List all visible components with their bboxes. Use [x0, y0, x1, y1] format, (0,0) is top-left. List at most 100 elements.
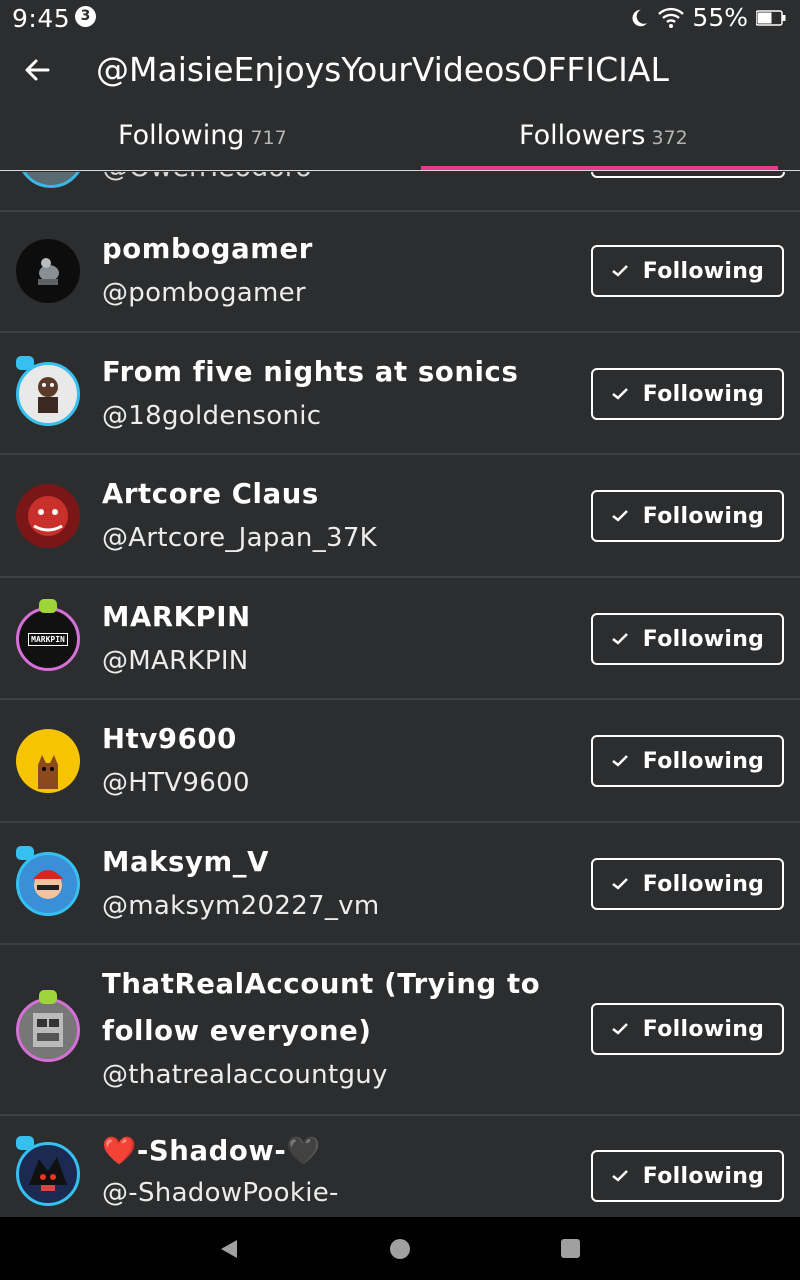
- following-button-label: Following: [642, 748, 765, 774]
- tab-followers[interactable]: Followers 372: [519, 120, 688, 151]
- mario-avatar-icon: [33, 870, 63, 899]
- list-item[interactable]: Artcore Claus @Artcore_Japan_37K Followi…: [0, 455, 800, 578]
- cat-avatar-icon: [38, 755, 58, 789]
- following-button[interactable]: Following: [591, 1003, 784, 1055]
- user-name-text: -Shadow-: [136, 1135, 287, 1167]
- black-heart-emoji: 🖤: [286, 1135, 322, 1167]
- pigeon-avatar-icon: [38, 258, 59, 285]
- avatar[interactable]: [16, 998, 80, 1062]
- list-item[interactable]: From five nights at sonics @18goldensoni…: [0, 333, 800, 455]
- user-name: Htv9600: [102, 723, 237, 755]
- red-heart-emoji: ❤️: [102, 1135, 137, 1167]
- avatar[interactable]: [16, 1142, 80, 1206]
- following-button[interactable]: Following: [591, 368, 784, 420]
- system-navigation-bar: [0, 1217, 800, 1280]
- back-arrow-icon[interactable]: [20, 52, 56, 88]
- user-handle: @pombogamer: [102, 278, 306, 308]
- decoration-badge-icon: [16, 356, 34, 370]
- user-name: pombogamer: [102, 233, 313, 265]
- avatar[interactable]: [16, 239, 80, 303]
- do-not-disturb-moon-icon: [632, 9, 648, 26]
- user-handle: @18goldensonic: [102, 401, 322, 431]
- avatar[interactable]: [16, 484, 80, 548]
- tab-bar: Following 717 Followers 372: [0, 106, 800, 171]
- user-name: From five nights at sonics: [102, 356, 519, 388]
- wifi-icon: [658, 7, 685, 28]
- user-name: ❤️-Shadow-🖤: [102, 1134, 321, 1167]
- user-name: Maksym_V: [102, 846, 269, 878]
- user-handle: @maksym20227_vm: [102, 891, 380, 921]
- tab-following-count: 717: [250, 127, 287, 149]
- check-icon: [612, 1023, 628, 1035]
- nav-home-icon[interactable]: [390, 1239, 410, 1259]
- tab-following-label: Following: [118, 120, 245, 151]
- user-handle: @MARKPIN: [102, 646, 249, 676]
- check-icon: [612, 388, 628, 400]
- list-item[interactable]: pombogamer @pombogamer Following: [0, 210, 800, 333]
- following-button[interactable]: Following: [591, 858, 784, 910]
- active-tab-indicator: [421, 166, 778, 170]
- status-icons: 55%: [628, 3, 786, 32]
- decoration-badge-icon: [16, 846, 34, 860]
- following-button[interactable]: Following: [591, 245, 784, 297]
- user-handle: @HTV9600: [102, 768, 250, 798]
- list-item[interactable]: ❤️-Shadow-🖤 @-ShadowPookie- Following: [0, 1116, 800, 1217]
- following-button-label: Following: [642, 381, 765, 407]
- tab-followers-count: 372: [651, 127, 688, 149]
- decoration-badge-icon: [39, 990, 57, 1004]
- user-name-line-2: follow everyone): [102, 1015, 372, 1047]
- tab-followers-label: Followers: [519, 120, 646, 151]
- character-avatar-icon: [38, 377, 58, 413]
- following-button-label: Following: [642, 626, 765, 652]
- list-item[interactable]: ThatRealAccount (Trying to follow everyo…: [0, 945, 800, 1116]
- following-button[interactable]: Following: [591, 490, 784, 542]
- notification-count-badge: 3: [75, 6, 96, 27]
- followers-list[interactable]: @OwenTeodoro pombogamer @pombogamer Foll…: [0, 172, 800, 1217]
- user-handle: @-ShadowPookie-: [102, 1178, 339, 1208]
- following-button-label: Following: [642, 1163, 765, 1189]
- clock: 9:45: [12, 4, 71, 33]
- decoration-badge-icon: [16, 1136, 34, 1150]
- user-name-line-1: ThatRealAccount (Trying to: [102, 968, 541, 1000]
- avatar-logo-text: MARKPIN: [28, 632, 68, 646]
- user-name: Artcore Claus: [102, 478, 319, 510]
- check-icon: [612, 265, 628, 277]
- following-button[interactable]: [591, 172, 785, 178]
- robot-avatar-icon: [33, 1013, 63, 1047]
- following-button[interactable]: Following: [591, 1150, 784, 1202]
- avatar[interactable]: [17, 172, 85, 188]
- following-button-label: Following: [642, 871, 765, 897]
- avatar[interactable]: [16, 729, 80, 793]
- following-button-label: Following: [642, 503, 765, 529]
- user-name: MARKPIN: [102, 601, 251, 633]
- user-handle: @Artcore_Japan_37K: [102, 523, 378, 553]
- shadow-avatar-icon: [29, 1157, 67, 1191]
- avatar[interactable]: MARKPIN: [16, 607, 80, 671]
- battery-icon: [756, 9, 786, 26]
- avatar[interactable]: [16, 852, 80, 916]
- check-icon: [612, 510, 628, 522]
- nav-back-icon[interactable]: [218, 1238, 240, 1260]
- app-header: @MaisieEnjoysYourVideosOFFICIAL: [0, 38, 800, 106]
- nav-recents-icon[interactable]: [561, 1239, 580, 1258]
- following-button[interactable]: Following: [591, 735, 784, 787]
- user-handle: @thatrealaccountguy: [102, 1060, 388, 1090]
- avatar[interactable]: [16, 362, 80, 426]
- check-icon: [612, 1170, 628, 1182]
- list-item[interactable]: MARKPIN MARKPIN @MARKPIN Following: [0, 578, 800, 700]
- following-button-label: Following: [642, 258, 765, 284]
- list-item[interactable]: Maksym_V @maksym20227_vm Following: [0, 823, 800, 945]
- list-item[interactable]: @OwenTeodoro: [0, 172, 800, 212]
- check-icon: [612, 633, 628, 645]
- decoration-badge-icon: [39, 599, 57, 613]
- check-icon: [612, 755, 628, 767]
- following-button-label: Following: [642, 1016, 765, 1042]
- status-bar: 9:45 3 55%: [0, 0, 800, 38]
- list-item[interactable]: Htv9600 @HTV9600 Following: [0, 700, 800, 823]
- user-handle: @OwenTeodoro: [102, 172, 312, 183]
- tab-following[interactable]: Following 717: [118, 120, 287, 151]
- page-title: @MaisieEnjoysYourVideosOFFICIAL: [96, 50, 669, 89]
- check-icon: [612, 878, 628, 890]
- following-button[interactable]: Following: [591, 613, 784, 665]
- artwork-avatar-icon: [28, 496, 68, 536]
